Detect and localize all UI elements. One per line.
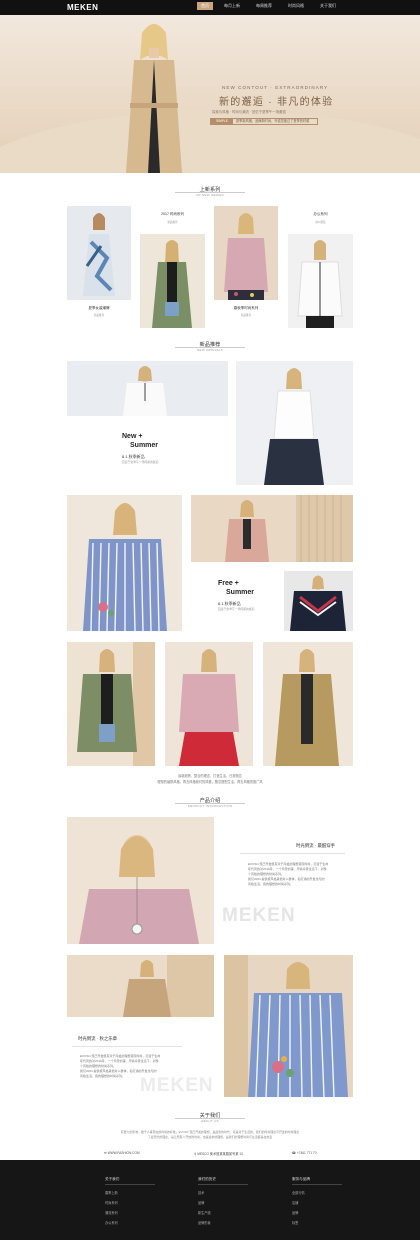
footer-col3-title: 服务与品牌 [292, 1177, 310, 1181]
rec-photo-red-skirt[interactable] [165, 642, 253, 766]
intro-watermark: MEKEN [222, 905, 296, 926]
product-photo-floral-dress[interactable] [67, 206, 131, 300]
nav-weekly-recommend[interactable]: 每周推荐 [256, 3, 272, 9]
nav-about[interactable]: 关于我们 [320, 3, 336, 9]
phone-icon: ☎ [292, 1151, 296, 1155]
section-title-cn: 关于我们 [199, 1113, 221, 1119]
contact-phone-text: +7461 771 70 [296, 1151, 317, 1155]
footer-col2-title: 我们的历史 [198, 1177, 216, 1181]
product-label[interactable]: 办公系列 [288, 212, 353, 217]
section-title-cn: 上新系列 [199, 187, 221, 193]
section-title-en: NEW ARRIVALS [197, 348, 223, 352]
about-title: 关于我们 ABOUT US [0, 1112, 420, 1123]
hero-tag: 时尚与潮流 [231, 110, 249, 114]
hero-model-photo [126, 24, 182, 173]
section-title-en: ABOUT US [201, 1119, 219, 1123]
intro-card2-divider [72, 1046, 182, 1047]
footer-link[interactable]: 全部行情 [292, 1190, 305, 1195]
hero-banner: NEW CONTOUT · EXTRAORDINARY 新的邂逅 · 非凡的体验… [0, 15, 420, 173]
brand-logo[interactable]: MEKEN [67, 3, 98, 12]
footer-link[interactable]: 时尚系列 [105, 1200, 118, 1205]
about-text: 有更大的影响，致千人事现在的时尚的标准。EVOKK 现已开发的理想，是最新的时代… [80, 1130, 340, 1140]
hero-cta-button[interactable]: SIMPLE [211, 119, 233, 124]
mail-icon: ✉ [104, 1151, 107, 1155]
product-label[interactable]: 春秋季时尚系列 [214, 306, 278, 311]
nav-monthly-new[interactable]: 每月上新 [224, 3, 240, 9]
hero-cta[interactable]: SIMPLE 夏季新风格，品牌新时尚，许诺您度过了夏季的时候 [210, 118, 318, 125]
rec-photo-navy-sweater[interactable] [284, 571, 353, 631]
footer-link[interactable]: 标签 [292, 1220, 298, 1225]
section-title-cn: 产品介绍 [199, 798, 221, 804]
rec-photo-striped-shirt[interactable] [67, 495, 182, 631]
section-intro-title: 产品介绍 PRODUCT INTRODUCTION [0, 797, 420, 808]
product-sublabel: 新品推荐 [167, 221, 178, 224]
intro-card1-line: 风格生活，我的理想的时尚系列。 [248, 882, 294, 886]
rec-desc-line1: 最新趋势、整合的理念，打造生活，日常随意 [178, 774, 242, 778]
footer-divider [198, 1184, 248, 1185]
product-sublabel: 办公服装 [315, 221, 326, 224]
hero-subtitle-en: NEW CONTOUT · EXTRAORDINARY [222, 85, 329, 90]
hero-tag: 回忆于夏季午一场邂逅 [251, 110, 286, 114]
rec-block1-line2: Summer [130, 442, 159, 449]
rec-block2-line1: Free + [218, 580, 239, 587]
footer-link[interactable]: 潮流系列 [105, 1210, 118, 1215]
footer-link[interactable]: 春季上新 [105, 1190, 118, 1195]
contact-email-text: WWW.FASHION.COM [107, 1151, 140, 1155]
footer-link[interactable]: 店铺 [292, 1200, 298, 1205]
rec-photo-pink-jacket[interactable] [191, 495, 353, 562]
footer-link[interactable]: 新生产线 [198, 1210, 211, 1215]
intro-photo-pink-knit[interactable] [67, 817, 214, 944]
product-photo-white-blouse[interactable] [288, 234, 353, 328]
intro-card1-text: EVOSN 现已开发很有对于风格的理想潮流时尚，打造于生命 年代风的对2016年… [248, 862, 358, 887]
rec-block2-line2: Summer [226, 589, 255, 596]
footer [0, 1160, 420, 1240]
nav-home[interactable]: 首页 [197, 2, 213, 10]
rec-block1-line1: New + [122, 433, 143, 440]
hero-cta-text: 夏季新风格，品牌新时尚，许诺您度过了夏季的时候 [236, 119, 310, 123]
contact-email[interactable]: ✉ WWW.FASHION.COM [104, 1151, 140, 1155]
footer-link[interactable]: 品牌 [292, 1210, 298, 1215]
footer-link[interactable]: 品牌 [198, 1200, 204, 1205]
intro-card1-divider [240, 853, 345, 854]
rec-photo-khaki-trench[interactable] [263, 642, 353, 766]
intro-photo-striped-shirt[interactable] [224, 955, 353, 1097]
intro-card1-title: 时光倒流 · 最酷穿手 [296, 843, 336, 848]
footer-link[interactable]: 品牌形象 [198, 1220, 211, 1225]
contact-address-text: MESCO 美术馆某某路某号某 10 [197, 1152, 243, 1156]
product-photo-green-coat[interactable] [140, 234, 205, 328]
footer-col1-title: 关于我们 [105, 1177, 120, 1181]
intro-card2-title: 时光倒流 · 秋之乐章 [78, 1036, 118, 1041]
section-new-title: 上新系列 UP NEW SERIES [0, 186, 420, 197]
rec-desc-line2: 理想的幽默风格，再去风格我们的风格，随意搭配生活，再去风格的推广风 [157, 780, 263, 784]
about-line: 了最现代的理念，是让所有人开放的时尚，也是追求的理想，是我们的理想时尚与生活都是… [147, 1135, 273, 1139]
rec-photo-white-top[interactable] [236, 361, 353, 485]
location-icon: ⚲ [194, 1152, 197, 1156]
hero-tags: 探索与风格 · 时尚与潮流 · 回忆于夏季午一场邂逅 [212, 110, 286, 114]
intro-photo-trench-model[interactable] [67, 955, 214, 1017]
rec-photo-model-white[interactable] [67, 361, 228, 416]
section-title-en: PRODUCT INTRODUCTION [187, 804, 233, 808]
section-rec-title: 新品推荐 NEW ARRIVALS [0, 341, 420, 352]
section-title-cn: 新品推荐 [199, 342, 221, 348]
product-photo-pink-sweater[interactable] [214, 206, 278, 300]
footer-divider [292, 1184, 342, 1185]
contact-address: ⚲ MESCO 美术馆某某路某号某 10 [194, 1151, 243, 1156]
nav-fashion-style[interactable]: 时尚风格 [288, 3, 304, 9]
product-label[interactable]: 夏季女装潮牌 [67, 306, 131, 311]
footer-divider [105, 1184, 155, 1185]
product-sublabel: 新品推荐 [240, 314, 252, 317]
contact-phone[interactable]: ☎ +7461 771 70 [292, 1151, 316, 1155]
intro-watermark-2: MEKEN [140, 1075, 214, 1096]
hero-tag: 探索与风格 [212, 110, 229, 114]
footer-link[interactable]: 技术 [198, 1190, 204, 1195]
section-title-en: UP NEW SERIES [196, 193, 224, 197]
rec-photo-olive-coat[interactable] [67, 642, 155, 766]
product-label[interactable]: 2017 时尚系列 [140, 212, 205, 217]
footer-link[interactable]: 办公系列 [105, 1220, 118, 1225]
product-sublabel: 新品推荐 [93, 314, 105, 317]
rec-block2-line4: 回运于夏季午一场周期的邂逅 [218, 607, 255, 611]
rec-block1-line4: 回运于夏季午一场周期的邂逅 [122, 460, 159, 464]
hero-title: 新的邂逅 · 非凡的体验 [219, 97, 334, 108]
